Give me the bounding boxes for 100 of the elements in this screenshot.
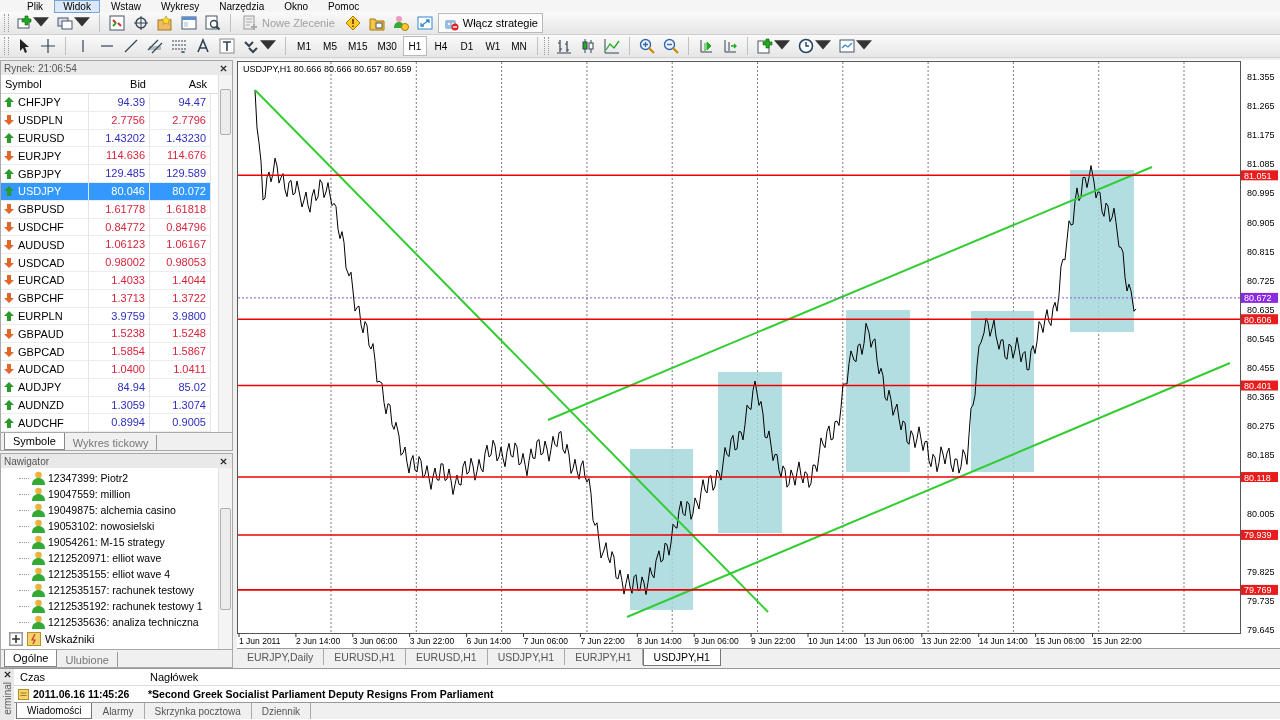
ask-cell: 1.61818 <box>150 200 211 219</box>
symbol-cell[interactable]: EURCAD <box>1 271 89 290</box>
timeframe-button[interactable]: H4 <box>428 36 453 56</box>
symbol-text: EURCAD <box>18 274 65 287</box>
time-tick-label: 9 Jun 22:00 <box>751 636 796 646</box>
chart-tab[interactable]: EURUSD,H1 <box>406 649 488 665</box>
symbol-cell[interactable]: EURUSD <box>1 129 89 148</box>
column-header[interactable]: Nagłówek <box>144 671 1280 683</box>
menu-item[interactable]: Plik <box>18 0 53 13</box>
time-tick-label: 13 Jun 06:00 <box>864 636 915 646</box>
timeframe-button[interactable]: MN <box>506 36 531 56</box>
account-item[interactable]: 19047559: million <box>48 488 131 500</box>
chart-tab[interactable]: USDJPY,H1 <box>487 649 566 665</box>
menu-item[interactable]: Narzędzia <box>210 0 274 13</box>
menu-item[interactable]: Wstaw <box>101 0 150 13</box>
symbol-cell[interactable]: GBPUSD <box>1 200 89 219</box>
column-header[interactable]: Ask <box>150 78 211 90</box>
symbol-cell[interactable]: USDCAD <box>1 254 89 272</box>
account-item[interactable]: 1212520971: elliot wave <box>48 552 162 564</box>
symbol-text: AUDNZD <box>18 398 64 411</box>
market-watch-icon[interactable] <box>106 13 128 33</box>
symbol-cell[interactable]: AUDUSD <box>1 236 89 255</box>
ask-cell: 94.47 <box>150 94 211 112</box>
time-tick-label: 13 Jun 22:00 <box>921 636 971 646</box>
symbol-cell[interactable]: GBPJPY <box>1 165 89 183</box>
text-label-icon[interactable] <box>216 36 238 56</box>
timeframe-button[interactable]: H1 <box>402 36 427 56</box>
panel-tab[interactable]: Wykres tickowy <box>64 435 158 450</box>
symbol-cell[interactable]: CHFJPY <box>1 94 89 112</box>
ask-cell: 1.5867 <box>150 343 211 361</box>
scrollbar[interactable] <box>218 468 232 649</box>
terminal-label: erminal <box>1 682 13 715</box>
scrollbar[interactable] <box>218 75 232 432</box>
account-item[interactable]: 19049875: alchemia casino <box>48 504 176 516</box>
symbol-cell[interactable]: AUDCAD <box>1 360 89 379</box>
chart-tab[interactable]: USDJPY,H1 <box>642 649 721 666</box>
symbol-cell[interactable]: EURPLN <box>1 307 89 326</box>
column-header[interactable]: Symbol <box>1 78 89 90</box>
ask-cell: 114.676 <box>150 147 211 166</box>
account-item[interactable]: 19053102: nowosielski <box>48 520 155 532</box>
symbol-cell[interactable]: GBPAUD <box>1 325 89 344</box>
menu-item[interactable]: Okno <box>275 0 318 13</box>
account-item[interactable]: 1212535155: elliot wave 4 <box>48 568 170 580</box>
symbol-text: GBPCAD <box>18 345 65 358</box>
panel-tab[interactable]: Ulubione <box>57 652 118 667</box>
panel-tab[interactable]: Symbole <box>4 433 65 450</box>
panel-tab[interactable]: Ogólne <box>4 650 58 667</box>
bid-cell: 114.636 <box>89 147 150 166</box>
column-header[interactable]: Bid <box>89 78 150 90</box>
account-icon <box>32 503 45 517</box>
timeframe-button[interactable]: D1 <box>454 36 479 56</box>
expand-icon[interactable] <box>9 632 23 646</box>
symbol-text: AUDCHF <box>18 416 64 429</box>
timeframe-button[interactable]: M30 <box>373 36 401 56</box>
symbol-cell[interactable]: AUDJPY <box>1 378 89 397</box>
menu-item[interactable]: Wykresy <box>151 0 209 13</box>
bid-cell: 2.7756 <box>89 111 150 130</box>
terminal-tab[interactable]: Wiadomości <box>16 703 93 719</box>
symbol-text: EURUSD <box>18 132 65 144</box>
account-item[interactable]: 1212535157: rachunek testowy <box>48 584 194 596</box>
symbol-cell[interactable]: USDPLN <box>1 111 89 130</box>
symbol-cell[interactable]: EURJPY <box>1 147 89 166</box>
news-icon <box>18 688 29 700</box>
timeframe-button[interactable]: M5 <box>318 36 342 56</box>
tree-item[interactable]: Wskaźniki <box>45 633 95 645</box>
column-header[interactable]: Czas <box>14 671 144 683</box>
strategies-button[interactable]: Włącz strategie <box>437 13 543 33</box>
symbol-cell[interactable]: USDCHF <box>1 218 89 237</box>
price-level-label: 80.401 <box>1241 380 1278 391</box>
chart-tab[interactable]: EURUSD,H1 <box>324 649 406 665</box>
price-tick-label: 80.725 <box>1247 275 1275 286</box>
symbol-text: USDJPY <box>18 185 62 198</box>
terminal-tab[interactable]: Skrzynka pocztowa <box>144 703 252 719</box>
terminal-tab[interactable]: Alarmy <box>92 703 145 719</box>
terminal-tab[interactable]: Dziennik <box>251 703 312 719</box>
symbol-cell[interactable]: AUDNZD <box>1 396 89 415</box>
menu-item[interactable]: Pomoc <box>319 0 369 13</box>
account-item[interactable]: 1212535636: analiza techniczna <box>48 616 199 628</box>
bid-cell: 1.4033 <box>89 271 150 290</box>
panel-title: Rynek: 21:06:54 <box>4 62 77 74</box>
price-level-label: 80.118 <box>1241 472 1278 483</box>
symbol-cell[interactable]: GBPCHF <box>1 289 89 308</box>
account-item[interactable]: 19054261: M-15 strategy <box>48 536 165 548</box>
chart-tab[interactable]: EURJPY,H1 <box>565 649 643 665</box>
timeframe-button[interactable]: M1 <box>292 36 316 56</box>
symbol-text: USDCAD <box>18 256 65 269</box>
account-item[interactable]: 1212535192: rachunek testowy 1 <box>48 600 203 612</box>
account-item[interactable]: 12347399: Piotr2 <box>48 472 128 484</box>
timeframe-button[interactable]: W1 <box>480 36 505 56</box>
bid-cell: 84.94 <box>89 378 150 397</box>
menu-item[interactable]: Widok <box>54 0 100 13</box>
chart-header: USDJPY,H1 80.666 80.666 80.657 80.659 <box>243 64 412 74</box>
price-tick-label: 80.905 <box>1247 217 1275 228</box>
price-level-label: 79.769 <box>1241 584 1278 596</box>
chart-tab[interactable]: EURJPY,Daily <box>237 649 325 665</box>
symbol-cell[interactable]: GBPCAD <box>1 343 89 361</box>
symbol-text: AUDJPY <box>18 381 62 394</box>
account-icon <box>32 519 45 533</box>
time-tick-label: 14 Jun 14:00 <box>978 636 1028 646</box>
timeframe-button[interactable]: M15 <box>344 36 372 56</box>
